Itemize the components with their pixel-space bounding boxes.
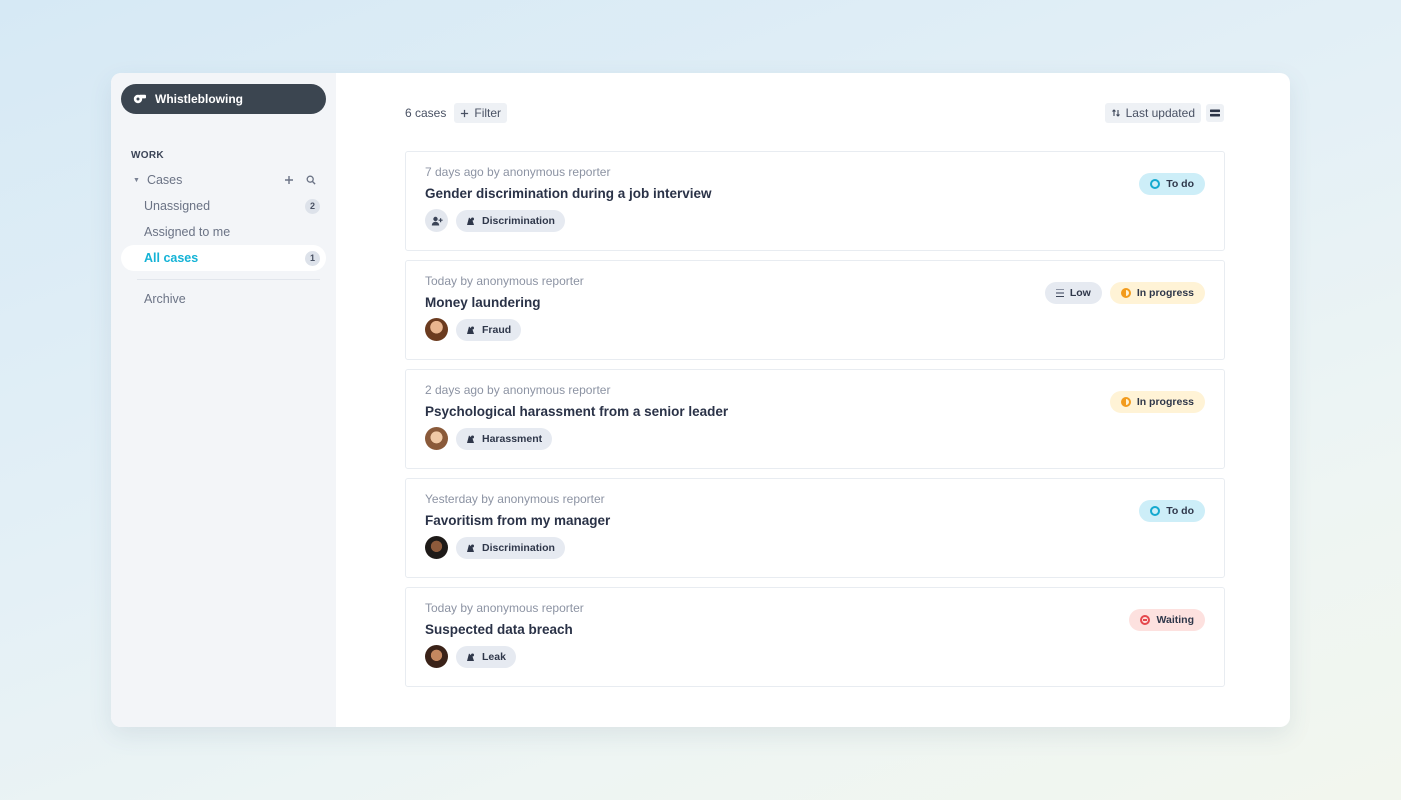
status-badge[interactable]: To do [1139,500,1205,522]
sidebar: Whistleblowing WORK ▼ Cases Unassigned 2… [111,73,336,727]
assignee-avatar[interactable] [425,536,448,559]
sort-icon [1111,109,1120,117]
workspace-name: Whistleblowing [155,92,243,106]
plus-icon [461,109,469,117]
status-badge[interactable]: To do [1139,173,1205,195]
status-badge[interactable]: Waiting [1129,609,1205,631]
priority-label: Low [1069,287,1091,299]
sidebar-item-label: Unassigned [144,199,211,213]
case-title[interactable]: Gender discrimination during a job inter… [425,186,1205,201]
workspace-switcher[interactable]: Whistleblowing [121,84,326,114]
main-content: 6 cases Filter Last updated 7 days ago b… [336,73,1290,727]
todo-status-icon [1150,179,1161,189]
priority-badge[interactable]: Low [1044,282,1102,304]
category-label: Harassment [482,432,543,445]
status-label: In progress [1136,287,1194,299]
case-meta: 2 days ago by anonymous reporter [425,383,611,397]
case-meta: Today by anonymous reporter [425,601,584,615]
category-icon [467,544,474,552]
priority-low-icon [1055,288,1064,298]
status-label: In progress [1136,396,1194,408]
status-badge[interactable]: In progress [1109,391,1205,413]
whistle-icon [133,92,147,106]
category-tag[interactable]: Harassment [456,427,553,450]
status-label: Waiting [1156,614,1194,626]
case-title[interactable]: Suspected data breach [425,622,1205,637]
case-card[interactable]: Yesterday by anonymous reporter Favoriti… [405,478,1225,578]
category-label: Discrimination [482,214,555,227]
caret-down-icon[interactable]: ▼ [133,177,140,184]
status-label: To do [1166,505,1194,517]
sidebar-item-cases[interactable]: ▼ Cases [121,167,326,193]
sort-label: Last updated [1125,106,1195,120]
case-card[interactable]: Today by anonymous reporter Money launde… [405,260,1225,360]
todo-status-icon [1150,506,1161,516]
add-assignee-icon[interactable] [425,209,448,232]
app-window: Whistleblowing WORK ▼ Cases Unassigned 2… [111,73,1290,727]
add-case-icon[interactable] [284,175,294,185]
category-label: Leak [482,650,506,663]
category-label: Discrimination [482,541,555,554]
category-tag[interactable]: Discrimination [456,209,565,232]
list-view-icon [1210,109,1220,117]
sidebar-item-unassigned[interactable]: Unassigned 2 [121,193,326,219]
assignee-avatar[interactable] [425,427,448,450]
sidebar-item-label: Cases [146,173,183,187]
filter-button[interactable]: Filter [454,103,508,123]
case-card[interactable]: 2 days ago by anonymous reporter Psychol… [405,369,1225,469]
category-icon [467,435,474,443]
waiting-status-icon [1140,615,1151,625]
category-tag[interactable]: Leak [456,645,516,668]
case-meta: Yesterday by anonymous reporter [425,492,605,506]
view-toggle-button[interactable] [1206,104,1224,122]
filter-label: Filter [474,106,502,120]
case-title[interactable]: Favoritism from my manager [425,513,1205,528]
search-icon[interactable] [306,175,316,185]
sidebar-item-archive[interactable]: Archive [121,286,326,312]
sidebar-item-assigned-to-me[interactable]: Assigned to me [121,219,326,245]
count-badge: 1 [305,250,320,266]
count-badge: 2 [305,198,320,214]
category-tag[interactable]: Fraud [456,318,522,341]
assignee-avatar[interactable] [425,645,448,668]
category-tag[interactable]: Discrimination [456,536,565,559]
section-label-work: WORK [131,150,164,161]
case-list: 7 days ago by anonymous reporter Gender … [405,151,1225,696]
case-meta: 7 days ago by anonymous reporter [425,165,611,179]
status-label: To do [1166,178,1194,190]
sidebar-item-label: All cases [144,251,199,265]
sidebar-item-label: Assigned to me [144,225,231,239]
category-icon [467,217,474,225]
case-title[interactable]: Psychological harassment from a senior l… [425,404,1205,419]
sidebar-divider [137,279,320,280]
in-progress-status-icon [1120,397,1131,407]
in-progress-status-icon [1120,288,1131,298]
status-badge[interactable]: In progress [1109,282,1205,304]
case-card[interactable]: 7 days ago by anonymous reporter Gender … [405,151,1225,251]
case-count: 6 cases [405,106,447,120]
category-icon [467,653,474,661]
sidebar-item-all-cases[interactable]: All cases 1 [121,245,326,271]
category-label: Fraud [482,323,512,336]
sidebar-item-label: Archive [144,292,186,306]
assignee-avatar[interactable] [425,318,448,341]
toolbar: 6 cases Filter Last updated [405,102,1224,124]
case-card[interactable]: Today by anonymous reporter Suspected da… [405,587,1225,687]
category-icon [467,326,474,334]
sort-button[interactable]: Last updated [1104,103,1201,123]
